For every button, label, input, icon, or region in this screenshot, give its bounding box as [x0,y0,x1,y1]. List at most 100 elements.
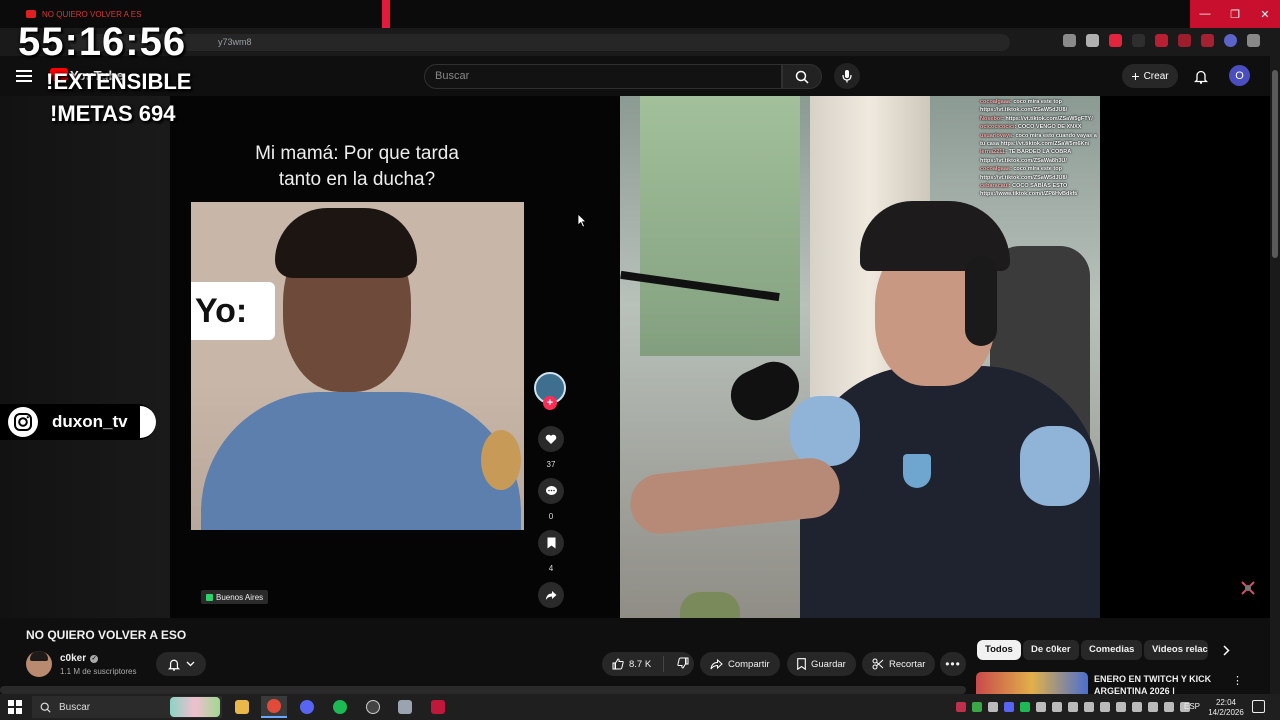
taskbar-chrome[interactable] [261,696,287,718]
more-vertical-icon[interactable]: ⋮ [1232,674,1243,687]
chat-message: ocicocicocici: COCO VENGO DE XNXX [980,123,1100,131]
extension-icon[interactable] [1132,34,1145,47]
profile-icon[interactable] [1224,34,1237,47]
channel-avatar[interactable] [26,651,52,677]
browser-menu-icon[interactable] [1247,34,1260,47]
taskbar-spotify[interactable] [327,696,353,718]
video-player[interactable]: Mi mamá: Por que tarda tanto en la ducha… [0,96,1270,618]
url-text: y73wm8 [218,37,252,47]
bookmark-star-icon[interactable] [1086,34,1099,47]
person-shirt [201,392,521,530]
hamburger-menu-icon[interactable] [14,66,34,86]
taskbar-search[interactable]: Buscar [32,696,222,718]
chat-username: cebaracaul [980,183,1009,190]
cast-icon[interactable] [1063,34,1076,47]
notifications-button[interactable] [1190,65,1212,87]
tray-icon[interactable] [1020,702,1030,712]
network-icon[interactable] [1164,702,1174,712]
chip-related[interactable]: Videos relacionados [1144,640,1208,660]
tiktok-save: 4 [535,530,567,573]
recommended-video-title[interactable]: ENERO EN TWITCH Y KICK ARGENTINA 2026 | … [1094,673,1212,695]
instagram-handle: duxon_tv [52,412,128,431]
chat-message: cocoalgaaa: coco mira este top https://v… [980,98,1100,115]
emote-icon [1241,581,1255,595]
language-indicator[interactable]: ESP [1184,702,1200,711]
folder-icon [235,700,249,714]
notification-center-icon[interactable] [1252,700,1265,713]
taskbar-clock[interactable]: 22:04 14/2/2026 [1204,698,1248,718]
person-hair [275,208,417,278]
close-icon[interactable]: ✕ [1250,0,1280,28]
clip-button[interactable]: Recortar [862,652,936,676]
taskbar-discord[interactable] [294,696,320,718]
taskbar-obs[interactable] [360,696,386,718]
tray-icon[interactable] [1116,702,1126,712]
tray-icon[interactable] [1148,702,1158,712]
stream-timer: 55:16:56 [18,20,187,64]
tray-icon[interactable] [988,702,998,712]
chevron-right-icon[interactable] [1218,642,1234,658]
create-button[interactable]: + Crear [1122,64,1178,88]
chip-from-channel[interactable]: De c0ker [1023,640,1079,660]
channel-name-row[interactable]: c0ker ✓ [60,653,99,664]
maximize-icon[interactable]: ❐ [1220,0,1250,28]
chip-all[interactable]: Todos [977,640,1021,660]
tray-icon[interactable] [1100,702,1110,712]
tray-icon[interactable] [1132,702,1142,712]
chat-message: Nosebot: https://vt.tiktok.com/ZSaW5gFTY… [980,115,1100,123]
app-icon [431,700,445,714]
extension-icon[interactable] [1155,34,1168,47]
subscription-bell-button[interactable] [156,652,206,676]
instagram-icon [8,407,38,437]
tray-icon[interactable] [1004,702,1014,712]
more-actions-button[interactable]: ••• [940,652,966,676]
shield-icon [398,700,412,714]
chip-comedy[interactable]: Comedias [1081,640,1143,660]
windows-start-icon[interactable] [8,700,22,714]
extension-icon[interactable] [1201,34,1214,47]
clock-date: 14/2/2026 [1208,708,1244,717]
channel-name[interactable]: c0ker [60,653,86,664]
recommended-video-thumbnail[interactable] [976,672,1088,694]
bookmark-icon [538,530,564,556]
dislike-button[interactable] [669,657,689,672]
minimize-icon[interactable]: — [1190,0,1220,28]
horizontal-scrollbar[interactable] [0,686,966,694]
tray-icon[interactable] [1036,702,1046,712]
search-icon [795,70,809,84]
save-button[interactable]: Guardar [787,652,856,676]
search-input[interactable]: Buscar [424,64,782,89]
like-button[interactable]: 8.7 K [602,656,664,672]
extension-icon[interactable] [1109,34,1122,47]
share-button[interactable]: Compartir [700,652,780,676]
browser-tab-title: NO QUIERO VOLVER A ES [42,9,142,19]
search-button[interactable] [782,64,822,89]
share-arrow-icon [538,582,564,608]
taskbar-app[interactable] [425,696,451,718]
chat-username: Nosebot [980,115,1002,122]
tiktok-capture: Mi mamá: Por que tarda tanto en la ducha… [170,96,620,618]
clock-time: 22:04 [1215,698,1237,707]
address-bar[interactable]: y73wm8 [70,34,1010,51]
taskbar-app[interactable] [392,696,418,718]
chat-message: cebaracaul: COCO SABÍAS ESTO https://www… [980,182,1100,199]
tiktok-video-frame: Yo: [191,202,524,530]
more-horizontal-icon: ••• [945,657,961,671]
like-count: 8.7 K [629,658,652,670]
youtube-favicon-icon [26,10,36,18]
stream-extensible-label: !EXTENSIBLE [46,69,192,94]
tray-icon[interactable] [972,702,982,712]
tray-icon[interactable] [956,702,966,712]
tiktok-follow-icon: + [543,396,557,410]
taskbar-file-explorer[interactable] [229,696,255,718]
tray-icon[interactable] [1068,702,1078,712]
scrollbar-thumb[interactable] [1272,70,1278,258]
account-avatar[interactable]: O [1229,65,1250,86]
voice-search-button[interactable] [834,63,860,89]
microphone-icon [842,70,852,83]
tray-icon[interactable] [1084,702,1094,712]
extension-icon[interactable] [1178,34,1191,47]
page-scrollbar[interactable] [1270,56,1280,694]
microphone-icon[interactable] [1052,702,1062,712]
chat-message: cocoalgaaa: coco mira este top https://v… [980,165,1100,182]
